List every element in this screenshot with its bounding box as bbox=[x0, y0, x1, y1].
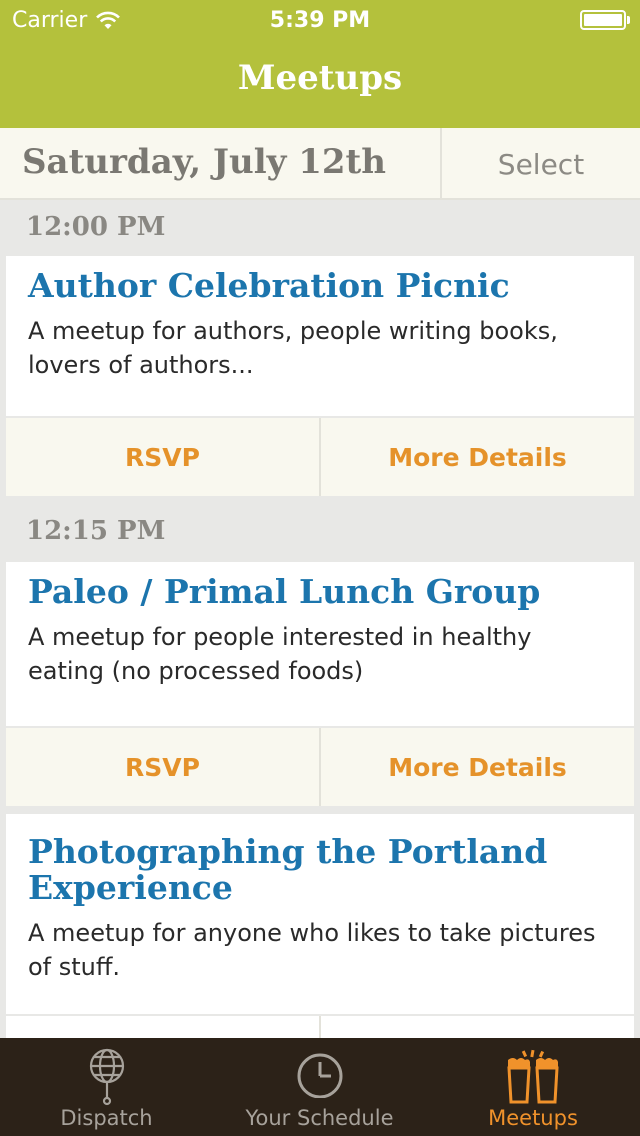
date-label: Saturday, July 12th bbox=[22, 142, 386, 182]
meetup-card[interactable]: Paleo / Primal Lunch Group A meetup for … bbox=[6, 562, 634, 726]
tab-label: Meetups bbox=[488, 1106, 578, 1130]
rsvp-button[interactable]: RSVP bbox=[6, 418, 319, 496]
status-bar: Carrier 5:39 PM bbox=[0, 0, 640, 40]
status-time: 5:39 PM bbox=[269, 8, 371, 33]
navigation-bar: Carrier 5:39 PM Meetups bbox=[0, 0, 640, 128]
rsvp-button[interactable] bbox=[6, 1016, 319, 1038]
meetup-card[interactable]: Photographing the Portland Experience A … bbox=[6, 814, 634, 1014]
more-details-button[interactable]: More Details bbox=[319, 728, 634, 806]
time-section-header: 12:00 PM bbox=[26, 212, 166, 242]
meetup-actions: RSVP More Details bbox=[6, 418, 634, 496]
meetup-card[interactable]: Author Celebration Picnic A meetup for a… bbox=[6, 256, 634, 416]
meetup-title: Paleo / Primal Lunch Group bbox=[28, 572, 541, 611]
clock-icon bbox=[297, 1053, 342, 1098]
time-section-header: 12:15 PM bbox=[26, 516, 166, 546]
meetup-title: Photographing the Portland Experience bbox=[28, 832, 548, 907]
meetup-actions: RSVP More Details bbox=[6, 728, 634, 806]
page-title: Meetups bbox=[237, 58, 403, 98]
meetup-list[interactable]: 12:00 PM Author Celebration Picnic A mee… bbox=[0, 200, 640, 1038]
globe-icon bbox=[89, 1048, 124, 1106]
meetup-description: A meetup for people interested in health… bbox=[28, 623, 532, 685]
meetup-description: A meetup for authors, people writing boo… bbox=[28, 317, 558, 379]
battery-icon bbox=[580, 10, 630, 30]
more-details-button[interactable] bbox=[319, 1016, 634, 1038]
meetup-title: Author Celebration Picnic bbox=[28, 266, 510, 305]
tab-dispatch[interactable]: Dispatch bbox=[0, 1038, 213, 1136]
tab-label: Your Schedule bbox=[245, 1106, 394, 1130]
meetup-actions bbox=[6, 1016, 634, 1038]
meetup-description: A meetup for anyone who likes to take pi… bbox=[28, 919, 596, 981]
beer-mugs-icon bbox=[507, 1049, 559, 1104]
date-header: Saturday, July 12th Select bbox=[0, 128, 640, 200]
tab-label: Dispatch bbox=[60, 1106, 153, 1130]
tab-bar: Dispatch Your Schedule Meetups bbox=[0, 1038, 640, 1136]
select-button[interactable]: Select bbox=[442, 128, 640, 200]
rsvp-button[interactable]: RSVP bbox=[6, 728, 319, 806]
tab-meetups[interactable]: Meetups bbox=[426, 1038, 640, 1136]
tab-your-schedule[interactable]: Your Schedule bbox=[213, 1038, 426, 1136]
more-details-button[interactable]: More Details bbox=[319, 418, 634, 496]
